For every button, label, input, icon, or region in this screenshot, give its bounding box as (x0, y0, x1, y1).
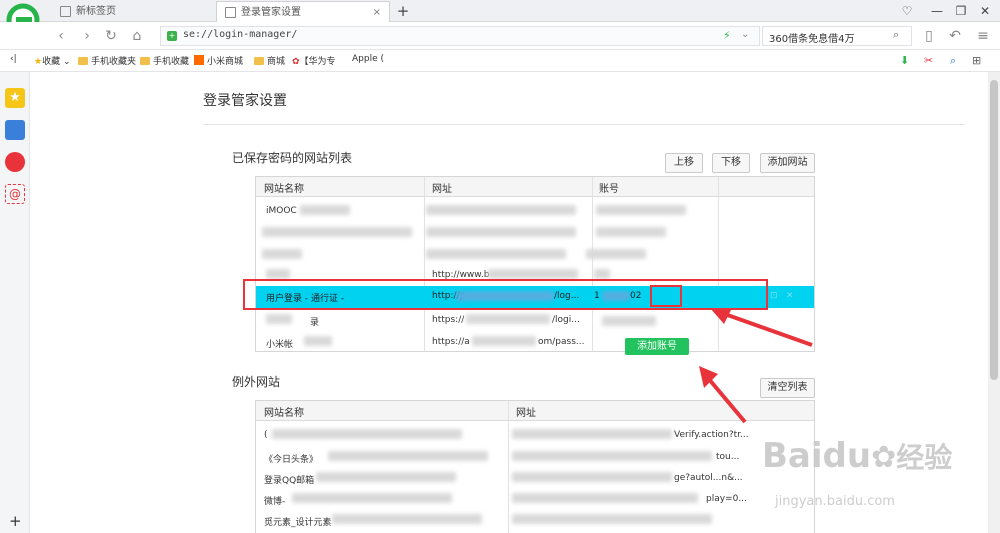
watermark-url: jingyan.baidu.com (775, 494, 895, 509)
paw-icon: ✿ (871, 440, 897, 475)
arrow-line (706, 376, 747, 424)
baidu-watermark: Baidu✿经验 (762, 436, 953, 476)
arrow-line (721, 311, 813, 347)
